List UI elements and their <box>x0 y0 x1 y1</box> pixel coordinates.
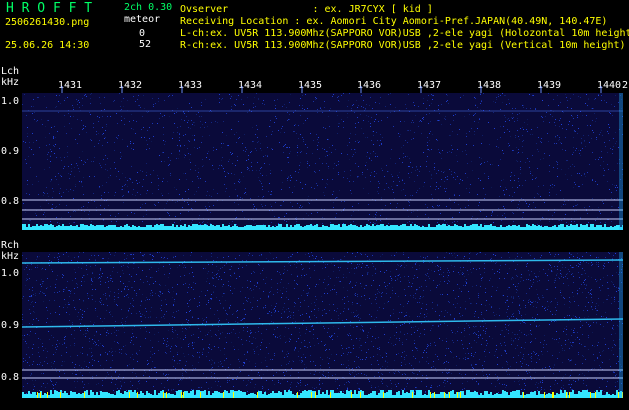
observer-info: Ovserver : ex. JR7CYX [ kid ] <box>180 4 433 15</box>
rch-unit-label: kHz <box>1 251 20 262</box>
version-label: 2ch 0.30 <box>124 2 173 13</box>
rch-ytick: 1.0 <box>1 268 20 279</box>
lch-label: Lch <box>1 66 20 77</box>
filename-label: 2506261430.png <box>5 17 90 28</box>
time-tick-marks <box>61 86 602 93</box>
lch-ytick: 0.9 <box>1 146 20 157</box>
lch-info: L-ch:ex. UV5R 113.900Mhz(SAPPORO VOR)USB… <box>180 28 629 39</box>
left-channel-spectrogram <box>22 93 623 230</box>
meteor-count-left: 0 <box>139 28 146 39</box>
datetime-label: 25.06.26 14:30 <box>5 40 90 51</box>
right-channel-spectrogram <box>22 252 623 398</box>
meteor-count-right: 52 <box>139 39 152 50</box>
lch-ytick: 0.8 <box>1 196 20 207</box>
location-info: Receiving Location : ex. Aomori City Aom… <box>180 16 608 27</box>
app-title: H R O F F T <box>6 1 93 16</box>
rch-ytick: 0.8 <box>1 372 20 383</box>
rch-label: Rch <box>1 240 20 251</box>
rch-ytick: 0.9 <box>1 320 20 331</box>
rch-info: R-ch:ex. UV5R 113.900Mhz(SAPPORO VOR)USB… <box>180 40 626 51</box>
meteor-label: meteor <box>124 14 161 25</box>
lch-ytick: 1.0 <box>1 96 20 107</box>
